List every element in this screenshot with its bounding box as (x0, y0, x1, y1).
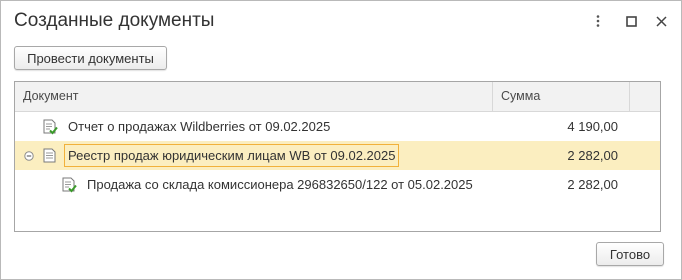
document-amount: 2 282,00 (567, 148, 618, 163)
maximize-icon (625, 15, 637, 27)
document-icon (43, 148, 56, 163)
document-posted-icon (43, 119, 58, 135)
column-header-amount[interactable]: Сумма (492, 82, 629, 111)
more-vertical-icon (596, 15, 600, 27)
table-row[interactable]: Отчет о продажах Wildberries от 09.02.20… (15, 112, 660, 141)
post-documents-button[interactable]: Провести документы (14, 46, 167, 70)
done-button[interactable]: Готово (596, 242, 664, 266)
table-row-selected[interactable]: Реестр продаж юридическим лицам WB от 09… (15, 141, 660, 170)
document-name: Реестр продаж юридическим лицам WB от 09… (64, 144, 400, 167)
close-icon (655, 15, 667, 27)
document-name: Продажа со склада комиссионера 296832650… (87, 177, 473, 192)
column-header-document[interactable]: Документ (15, 82, 492, 111)
created-documents-table: Документ Сумма Отчет о продажах Wildberr… (14, 81, 661, 232)
close-button[interactable] (653, 13, 669, 29)
document-name: Отчет о продажах Wildberries от 09.02.20… (68, 119, 331, 134)
maximize-button[interactable] (623, 13, 639, 29)
dialog-window: Созданные документы Провести документы Д… (0, 0, 682, 280)
window-title: Созданные документы (14, 10, 215, 31)
document-posted-icon (62, 177, 77, 193)
table-row[interactable]: Продажа со склада комиссионера 296832650… (15, 170, 660, 199)
document-amount: 4 190,00 (567, 119, 618, 134)
table-header: Документ Сумма (15, 82, 660, 112)
document-amount: 2 282,00 (567, 177, 618, 192)
collapse-icon[interactable] (24, 151, 34, 161)
column-header-filler (629, 82, 660, 111)
more-options-button[interactable] (590, 13, 606, 29)
